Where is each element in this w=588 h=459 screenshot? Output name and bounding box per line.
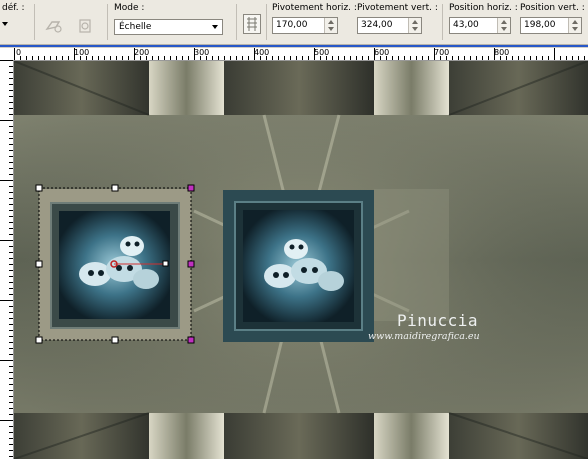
separator <box>107 4 108 40</box>
separator <box>266 4 267 40</box>
separator <box>442 4 443 40</box>
spin-arrows-icon[interactable] <box>568 18 581 33</box>
active-window-border <box>0 45 588 47</box>
position-horizontal-input[interactable]: 43,00 <box>449 17 511 34</box>
pivot-horizontal-value: 170,00 <box>276 20 308 30</box>
ruler-label: 600 <box>374 48 390 57</box>
ruler-label: 400 <box>254 48 270 57</box>
artwork <box>14 61 588 459</box>
preset-dropdown-arrow-icon[interactable] <box>2 22 8 26</box>
mode-select-value: Échelle <box>119 22 152 32</box>
position-vertical-label: Position vert. : <box>520 3 585 13</box>
apply-settings-icon[interactable] <box>75 17 95 35</box>
ruler-label: 700 <box>434 48 450 57</box>
horizontal-ruler: 0 100 200 300 400 500 600 700 800 <box>14 48 588 61</box>
ruler-label: 100 <box>74 48 90 57</box>
ruler-label: 300 <box>194 48 210 57</box>
position-vertical-value: 198,00 <box>524 20 556 30</box>
center-framed-image <box>223 190 374 342</box>
spin-arrows-icon[interactable] <box>324 18 337 33</box>
separator <box>236 4 237 40</box>
pivot-vertical-label: Pivotement vert. : <box>357 3 438 13</box>
preset-label: déf. : <box>2 3 25 13</box>
spin-arrows-icon[interactable] <box>497 18 510 33</box>
mode-select[interactable]: Échelle <box>114 19 223 35</box>
pivot-horizontal-input[interactable]: 170,00 <box>272 17 338 34</box>
vertical-ruler <box>0 60 14 459</box>
mode-label: Mode : <box>114 3 145 13</box>
ruler-label: 800 <box>494 48 510 57</box>
ruler-label: 200 <box>134 48 150 57</box>
watermark-name: Pinuccia <box>397 311 479 330</box>
position-horizontal-value: 43,00 <box>453 20 479 30</box>
position-horizontal-label: Position horiz. : <box>449 3 518 13</box>
chevron-down-icon <box>212 25 218 29</box>
separator <box>34 4 35 40</box>
pivot-vertical-value: 324,00 <box>361 20 393 30</box>
vertical-ruler-ticks <box>0 60 13 457</box>
reset-tool-icon[interactable] <box>44 17 64 35</box>
image-canvas[interactable]: Pinuccia www.maidiregrafica.eu <box>14 61 588 459</box>
pivot-vertical-input[interactable]: 324,00 <box>357 17 422 34</box>
spin-arrows-icon[interactable] <box>408 18 421 33</box>
pivot-horizontal-label: Pivotement horiz. : <box>272 3 357 13</box>
ruler-label: 0 <box>16 48 22 57</box>
watermark-url: www.maidiregrafica.eu <box>368 331 480 342</box>
tool-options-bar: déf. : Mode : Échelle Pivotement horiz. … <box>0 0 588 45</box>
ruler-label: 500 <box>314 48 330 57</box>
position-vertical-input[interactable]: 198,00 <box>520 17 582 34</box>
show-mesh-icon[interactable] <box>243 14 261 34</box>
